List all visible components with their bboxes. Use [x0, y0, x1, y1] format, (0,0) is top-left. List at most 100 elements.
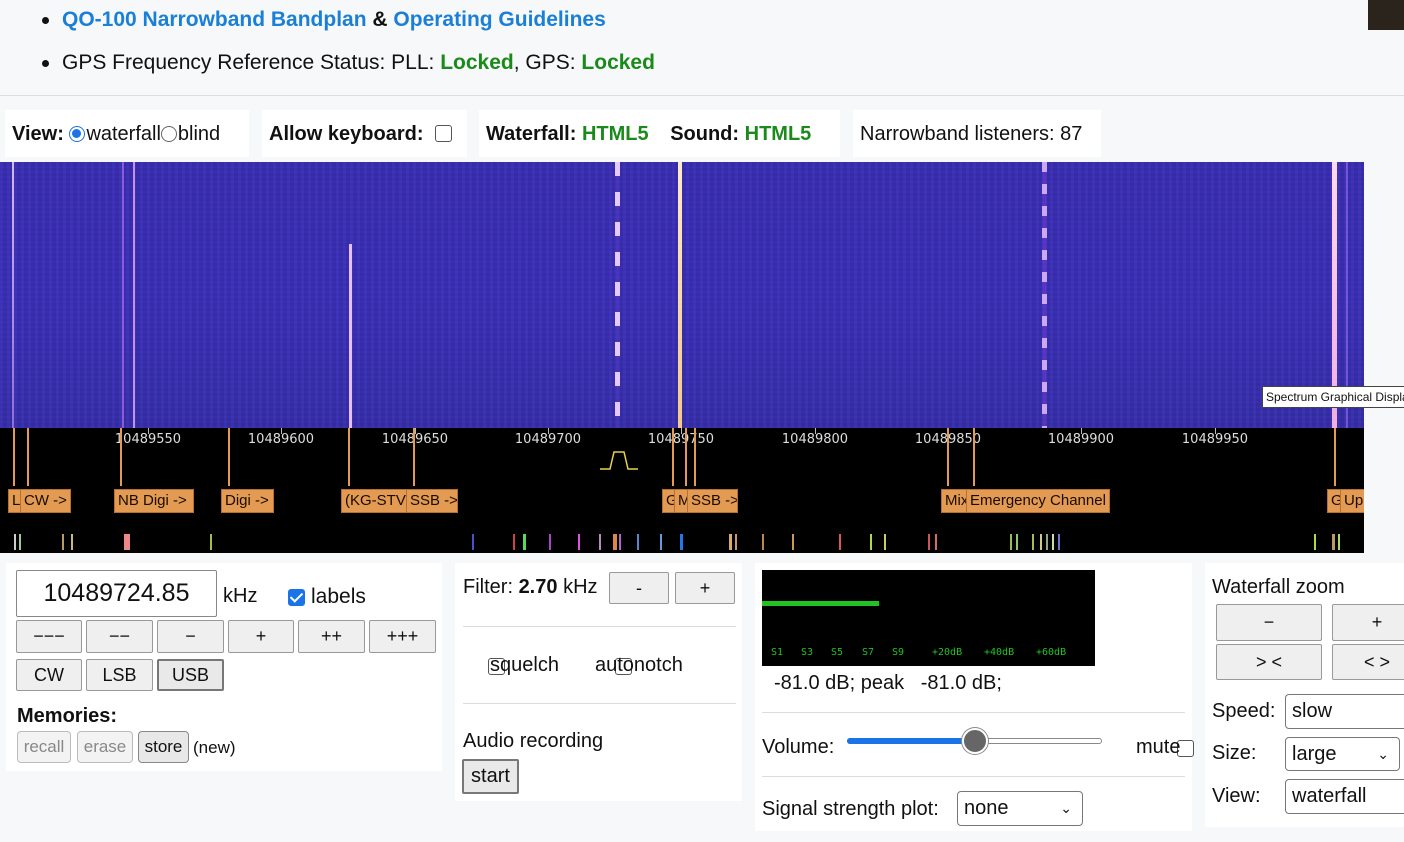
- allow-keyboard-checkbox[interactable]: [435, 125, 453, 142]
- station-marker[interactable]: [124, 534, 130, 550]
- station-marker[interactable]: [14, 534, 16, 550]
- band-label-mix[interactable]: Mix: [941, 489, 969, 513]
- band-marker-line: [694, 428, 696, 486]
- band-marker-line: [672, 428, 674, 486]
- passband-indicator[interactable]: [600, 448, 638, 472]
- zoom-in-button[interactable]: +: [1332, 604, 1404, 641]
- station-marker[interactable]: [472, 534, 474, 550]
- station-marker[interactable]: [599, 534, 601, 550]
- station-marker[interactable]: [735, 534, 737, 550]
- step-down-small-button[interactable]: −: [157, 620, 224, 653]
- station-marker[interactable]: [523, 534, 526, 550]
- autonotch-label[interactable]: autonotch: [595, 654, 683, 677]
- station-marker[interactable]: [680, 534, 683, 550]
- step-up-medium-button[interactable]: ++: [298, 620, 365, 653]
- band-label-upper-beacon[interactable]: Upper Be: [1340, 489, 1364, 513]
- guidelines-link[interactable]: Operating Guidelines: [393, 8, 605, 31]
- station-marker[interactable]: [1040, 534, 1042, 550]
- station-marker[interactable]: [1046, 534, 1048, 550]
- step-up-small-button[interactable]: +: [228, 620, 294, 653]
- size-select[interactable]: large ⌄: [1285, 737, 1400, 771]
- station-marker[interactable]: [792, 534, 794, 550]
- speed-select[interactable]: slow: [1285, 694, 1404, 729]
- station-marker[interactable]: [1052, 534, 1054, 550]
- station-marker[interactable]: [619, 534, 621, 550]
- station-marker[interactable]: [870, 534, 872, 550]
- station-marker[interactable]: [884, 534, 886, 550]
- step-up-large-button[interactable]: +++: [369, 620, 436, 653]
- waterfall-tech-label: Waterfall:: [486, 123, 577, 145]
- memory-store-button[interactable]: store: [138, 731, 189, 763]
- band-marker-line: [1334, 428, 1336, 486]
- station-marker[interactable]: [1058, 534, 1060, 550]
- band-label-nb-digi[interactable]: NB Digi ->: [114, 489, 194, 513]
- band-label-cw[interactable]: CW ->: [20, 489, 71, 513]
- station-marker[interactable]: [637, 534, 639, 550]
- station-marker[interactable]: [1032, 534, 1034, 550]
- station-marker[interactable]: [839, 534, 841, 550]
- view-waterfall-radio[interactable]: [69, 126, 86, 142]
- gps-status: Locked: [581, 51, 655, 74]
- station-marker[interactable]: [549, 534, 551, 550]
- mode-cw-button[interactable]: CW: [16, 659, 82, 691]
- view-select[interactable]: waterfall: [1285, 779, 1404, 814]
- station-marker[interactable]: [928, 534, 930, 550]
- signal-plot-select[interactable]: none ⌄: [957, 791, 1083, 826]
- bandplan-link[interactable]: QO-100 Narrowband Bandplan: [62, 8, 367, 31]
- band-label-kg-stv[interactable]: (KG-STV): [341, 489, 408, 513]
- mode-usb-button[interactable]: USB: [157, 659, 224, 691]
- station-marker[interactable]: [210, 534, 212, 550]
- view-waterfall-label[interactable]: waterfall: [86, 123, 160, 145]
- mode-lsb-button[interactable]: LSB: [86, 659, 153, 691]
- speed-label: Speed:: [1212, 700, 1276, 722]
- frequency-input[interactable]: 10489724.85: [16, 570, 217, 617]
- recording-start-button[interactable]: start: [462, 759, 519, 794]
- band-label-ssb[interactable]: SSB ->: [406, 489, 458, 513]
- listeners-count: Narrowband listeners: 87: [860, 123, 1083, 145]
- audio-recording-label: Audio recording: [463, 730, 604, 752]
- station-marker[interactable]: [513, 534, 515, 550]
- station-marker[interactable]: [1010, 534, 1012, 550]
- memory-erase-button[interactable]: erase: [77, 731, 133, 763]
- step-down-large-button[interactable]: −−−: [16, 620, 82, 653]
- station-marker[interactable]: [1332, 534, 1335, 550]
- band-marker-line: [120, 428, 122, 486]
- filter-narrow-button[interactable]: -: [609, 572, 669, 604]
- band-label-ssb[interactable]: SSB ->: [687, 489, 738, 513]
- station-marker[interactable]: [62, 534, 64, 550]
- sound-tech-value: HTML5: [744, 123, 812, 145]
- view-blind-radio[interactable]: [160, 126, 177, 142]
- zoom-out-button[interactable]: −: [1216, 604, 1322, 641]
- station-marker[interactable]: [729, 534, 732, 550]
- band-label-digi[interactable]: Digi ->: [221, 489, 274, 513]
- size-label: Size:: [1212, 742, 1257, 764]
- zoom-wide-button[interactable]: < >: [1332, 644, 1404, 680]
- labels-checkbox[interactable]: [288, 589, 305, 606]
- frequency-scale[interactable]: 10489550 10489600 10489650 10489700 1048…: [0, 428, 1364, 553]
- station-marker[interactable]: [1016, 534, 1018, 550]
- mute-label[interactable]: mute: [1136, 736, 1180, 759]
- station-marker[interactable]: [71, 534, 73, 550]
- station-marker[interactable]: [613, 534, 617, 550]
- station-marker[interactable]: [578, 534, 580, 550]
- station-marker[interactable]: [935, 534, 937, 550]
- zoom-narrow-button[interactable]: > <: [1216, 644, 1322, 680]
- view-blind-label[interactable]: blind: [178, 123, 220, 145]
- waterfall-display[interactable]: [0, 162, 1364, 428]
- volume-slider-handle[interactable]: [962, 728, 988, 754]
- station-marker[interactable]: [1338, 534, 1340, 550]
- station-marker[interactable]: [762, 534, 764, 550]
- memory-recall-button[interactable]: recall: [17, 731, 71, 763]
- labels-checkbox-label[interactable]: labels: [311, 585, 366, 609]
- filter-widen-button[interactable]: +: [675, 572, 735, 604]
- s-meter-scale-label: +60dB: [1036, 647, 1067, 658]
- band-label-emergency[interactable]: Emergency Channel: [966, 489, 1110, 513]
- s-meter-scale-label: +20dB: [932, 647, 963, 658]
- band-marker-line: [973, 428, 975, 486]
- squelch-label[interactable]: squelch: [490, 654, 559, 677]
- station-marker[interactable]: [1314, 534, 1316, 550]
- station-marker[interactable]: [19, 534, 21, 550]
- step-down-medium-button[interactable]: −−: [86, 620, 153, 653]
- band-marker-line: [27, 428, 29, 486]
- station-marker[interactable]: [660, 534, 662, 550]
